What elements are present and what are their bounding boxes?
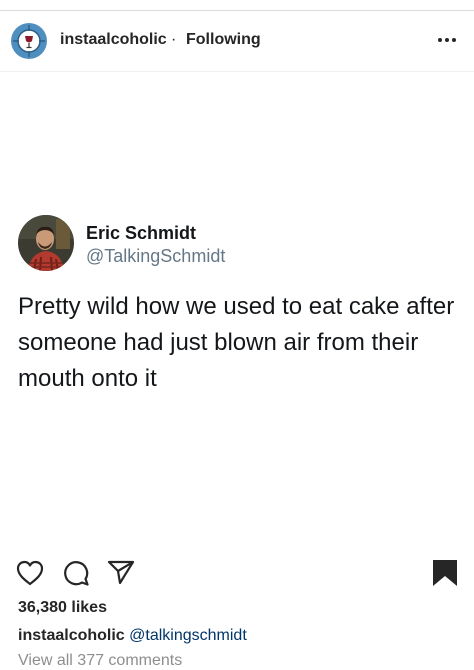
- header-separator: ·: [171, 31, 177, 48]
- tweet-author-handle: @TalkingSchmidt: [86, 246, 226, 266]
- likes-count[interactable]: 36,380 likes: [18, 599, 107, 617]
- post-caption: instaalcoholic @talkingschmidt: [18, 627, 247, 645]
- heart-icon[interactable]: [16, 560, 44, 586]
- view-all-comments-link[interactable]: View all 377 comments: [18, 652, 182, 670]
- caption-mention-link[interactable]: @talkingschmidt: [129, 627, 247, 644]
- tweet-author-avatar: [18, 215, 74, 271]
- post-header: instaalcoholic · Following: [0, 11, 474, 72]
- wine-glass-target-icon[interactable]: [11, 23, 47, 59]
- more-options-icon[interactable]: [438, 38, 458, 44]
- post-author-username[interactable]: instaalcoholic: [60, 31, 167, 49]
- tweet-text: Pretty wild how we used to eat cake afte…: [18, 293, 455, 392]
- caption-username[interactable]: instaalcoholic: [18, 627, 125, 644]
- comment-icon[interactable]: [62, 559, 90, 587]
- following-button[interactable]: Following: [186, 31, 261, 49]
- bookmark-icon[interactable]: [432, 559, 458, 587]
- paper-plane-icon[interactable]: [107, 559, 135, 585]
- tweet-author-name: Eric Schmidt: [86, 223, 197, 243]
